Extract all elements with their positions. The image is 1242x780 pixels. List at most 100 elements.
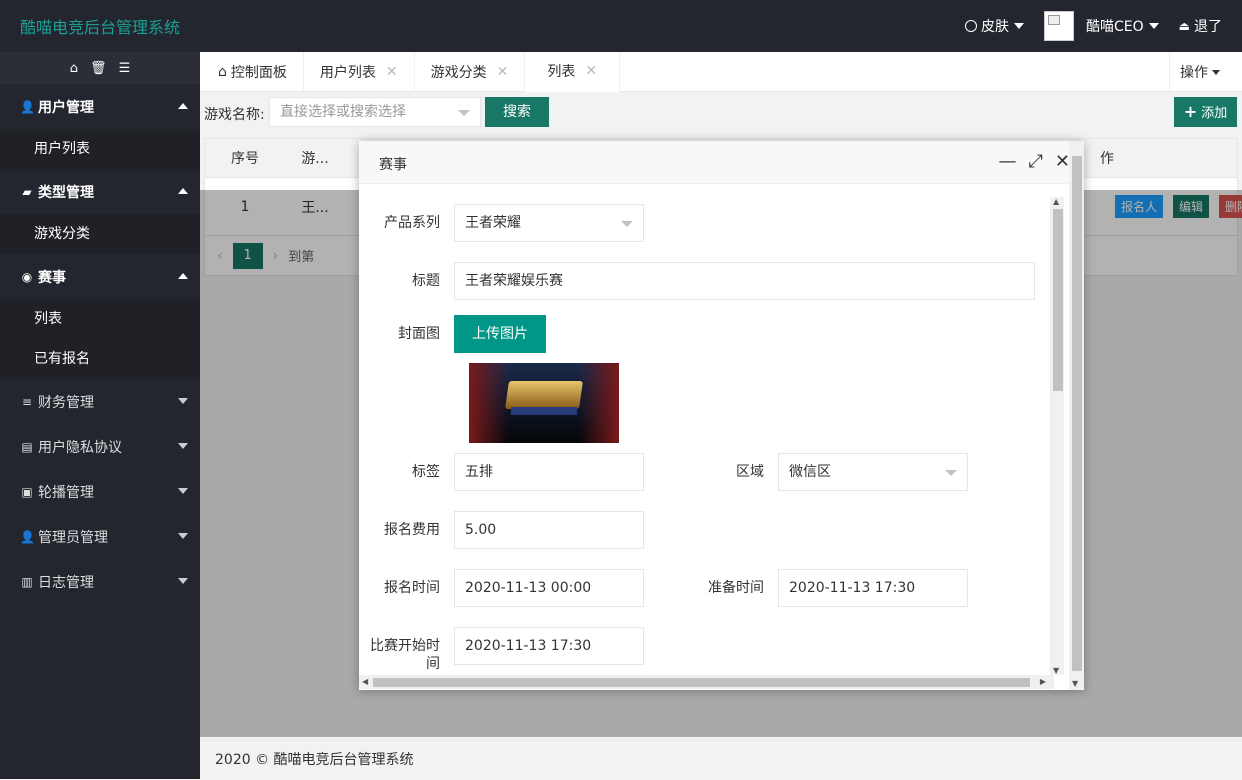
image-icon: ▣ bbox=[21, 484, 33, 499]
sidebar: ⌂ 🗑 ☰ 👤 用户管理 用户列表 ▰ 类型管理 游戏分类 ◉ 赛事 列表 已有… bbox=[0, 52, 200, 779]
sidebar-item-registered[interactable]: 已有报名 bbox=[0, 339, 200, 379]
form-row-signup-time: 报名时间 2020-11-13 00:00 bbox=[359, 569, 644, 607]
sidebar-group-label: 日志管理 bbox=[38, 574, 94, 591]
tab-game-category[interactable]: 游戏分类 ✕ bbox=[415, 52, 526, 92]
close-icon[interactable]: ✕ bbox=[585, 63, 597, 79]
sidebar-item-user-list[interactable]: 用户列表 bbox=[0, 129, 200, 169]
tag-input[interactable]: 五排 bbox=[454, 453, 644, 491]
caret-down-icon bbox=[1014, 23, 1025, 29]
sidebar-group-carousel[interactable]: ▣ 轮播管理 bbox=[0, 469, 200, 514]
minimize-icon[interactable]: — bbox=[999, 151, 1017, 172]
column-header: 序号 bbox=[231, 151, 259, 167]
close-icon[interactable]: ✕ bbox=[497, 64, 509, 80]
sidebar-group-admin[interactable]: 👤 管理员管理 bbox=[0, 514, 200, 559]
game-select-placeholder: 直接选择或搜索选择 bbox=[280, 104, 406, 120]
inner-horizontal-scrollbar[interactable]: ◀ ▶ bbox=[359, 675, 1054, 689]
region-label: 区域 bbox=[736, 464, 764, 480]
user-icon: 👤 bbox=[20, 529, 35, 544]
caret-down-icon bbox=[178, 443, 188, 449]
sidebar-group-type-management[interactable]: ▰ 类型管理 bbox=[0, 169, 200, 214]
close-icon[interactable]: ✕ bbox=[386, 64, 398, 80]
product-series-select[interactable]: 王者荣耀 bbox=[454, 204, 644, 242]
caret-down-icon bbox=[178, 488, 188, 494]
sidebar-item-event-list[interactable]: 列表 bbox=[0, 299, 200, 339]
sidebar-group-logs[interactable]: ▥ 日志管理 bbox=[0, 559, 200, 604]
trash-icon[interactable]: 🗑 bbox=[90, 61, 107, 76]
tab-dashboard[interactable]: ⌂ 控制面板 bbox=[200, 52, 304, 92]
search-button[interactable]: 搜索 bbox=[485, 97, 549, 127]
caret-down-icon bbox=[1148, 23, 1159, 29]
caret-down-icon bbox=[178, 578, 188, 584]
skin-menu[interactable]: 皮肤 bbox=[965, 16, 1025, 36]
caret-up-icon bbox=[178, 188, 188, 194]
app-title: 酷喵电竞后台管理系统 bbox=[20, 18, 181, 37]
tab-user-list[interactable]: 用户列表 ✕ bbox=[304, 52, 415, 92]
scroll-left-icon[interactable]: ◀ bbox=[362, 677, 368, 686]
scrollbar-thumb[interactable] bbox=[1053, 209, 1063, 391]
inner-vertical-scrollbar[interactable]: ▲ ▼ bbox=[1050, 197, 1064, 675]
scroll-right-icon[interactable]: ▶ bbox=[1040, 677, 1046, 686]
cover-preview-image bbox=[469, 363, 619, 443]
game-select[interactable]: 直接选择或搜索选择 bbox=[269, 97, 481, 127]
caret-down-icon bbox=[178, 398, 188, 404]
start-time-input[interactable]: 2020-11-13 17:30 bbox=[454, 627, 644, 665]
scroll-down-icon[interactable]: ▼ bbox=[1072, 679, 1078, 688]
game-name-label: 游戏名称: bbox=[204, 107, 265, 123]
logout-link[interactable]: ⏏ 退了 bbox=[1179, 16, 1222, 36]
start-time-value: 2020-11-13 17:30 bbox=[465, 638, 592, 654]
caret-down-icon bbox=[178, 533, 188, 539]
signup-time-value: 2020-11-13 00:00 bbox=[465, 580, 592, 596]
book-icon: ▥ bbox=[21, 574, 33, 589]
tab-label: 用户列表 bbox=[319, 65, 376, 81]
tag-value: 五排 bbox=[465, 464, 493, 480]
chevron-down-icon bbox=[945, 470, 957, 476]
caret-up-icon bbox=[178, 273, 188, 279]
tag-label: 标签 bbox=[412, 464, 440, 480]
footer: 2020 © 酷喵电竞后台管理系统 bbox=[200, 740, 1242, 779]
sidebar-group-label: 赛事 bbox=[38, 269, 66, 286]
home-icon[interactable]: ⌂ bbox=[70, 61, 78, 76]
form-row-cover: 封面图 上传图片 bbox=[359, 315, 546, 353]
scrollbar-thumb[interactable] bbox=[373, 678, 1030, 687]
title-input[interactable]: 王者荣耀娱乐赛 bbox=[454, 262, 1035, 300]
sidebar-tools: ⌂ 🗑 ☰ bbox=[0, 52, 200, 84]
user-menu[interactable]: 酷喵CEO bbox=[1086, 16, 1159, 36]
fee-input[interactable]: 5.00 bbox=[454, 511, 644, 549]
cover-label: 封面图 bbox=[398, 326, 440, 342]
region-select[interactable]: 微信区 bbox=[778, 453, 968, 491]
prep-time-input[interactable]: 2020-11-13 17:30 bbox=[778, 569, 968, 607]
sidebar-group-finance[interactable]: ≡ 财务管理 bbox=[0, 379, 200, 424]
tab-label: 控制面板 bbox=[230, 65, 287, 81]
folder-icon: ▰ bbox=[22, 184, 32, 199]
title-label: 标题 bbox=[412, 273, 440, 289]
maximize-icon[interactable]: ⤢ bbox=[1029, 151, 1043, 172]
scroll-up-icon[interactable]: ▲ bbox=[1053, 197, 1059, 206]
caret-down-icon bbox=[1212, 69, 1220, 75]
sidebar-group-user-management[interactable]: 👤 用户管理 bbox=[0, 84, 200, 129]
tab-list[interactable]: 列表 ✕ bbox=[525, 52, 621, 92]
sidebar-group-events[interactable]: ◉ 赛事 bbox=[0, 254, 200, 299]
form-row-title: 标题 王者荣耀娱乐赛 bbox=[359, 262, 1035, 300]
modal-vertical-scrollbar[interactable]: ▼ bbox=[1069, 141, 1084, 690]
avatar[interactable] bbox=[1044, 11, 1075, 41]
column-header: 游... bbox=[301, 151, 329, 167]
logout-icon: ⏏ bbox=[1178, 19, 1190, 33]
upload-image-button[interactable]: 上传图片 bbox=[454, 315, 546, 353]
modal-body: 产品系列 王者荣耀 标题 王者荣耀娱乐赛 封面图 上传图片 标签 五排 区域 微… bbox=[359, 184, 1069, 675]
operations-label: 操作 bbox=[1180, 65, 1208, 81]
scrollbar-thumb[interactable] bbox=[1072, 156, 1082, 671]
operations-menu[interactable]: 操作 bbox=[1169, 52, 1230, 92]
sidebar-item-game-category[interactable]: 游戏分类 bbox=[0, 214, 200, 254]
tab-bar: ⌂ 控制面板 用户列表 ✕ 游戏分类 ✕ 列表 ✕ 操作 bbox=[200, 52, 1242, 92]
add-button[interactable]: + 添加 bbox=[1174, 97, 1237, 127]
menu-icon[interactable]: ☰ bbox=[119, 61, 131, 76]
cover-image bbox=[469, 363, 619, 443]
sidebar-group-privacy[interactable]: ▤ 用户隐私协议 bbox=[0, 424, 200, 469]
fee-value: 5.00 bbox=[465, 522, 497, 538]
scroll-down-icon[interactable]: ▼ bbox=[1053, 666, 1059, 675]
signup-time-input[interactable]: 2020-11-13 00:00 bbox=[454, 569, 644, 607]
close-icon[interactable]: ✕ bbox=[1055, 151, 1070, 172]
plus-icon: + bbox=[1183, 102, 1198, 121]
logout-label: 退了 bbox=[1194, 19, 1222, 35]
filter-toolbar: 游戏名称: 直接选择或搜索选择 搜索 + 添加 bbox=[200, 92, 1242, 132]
